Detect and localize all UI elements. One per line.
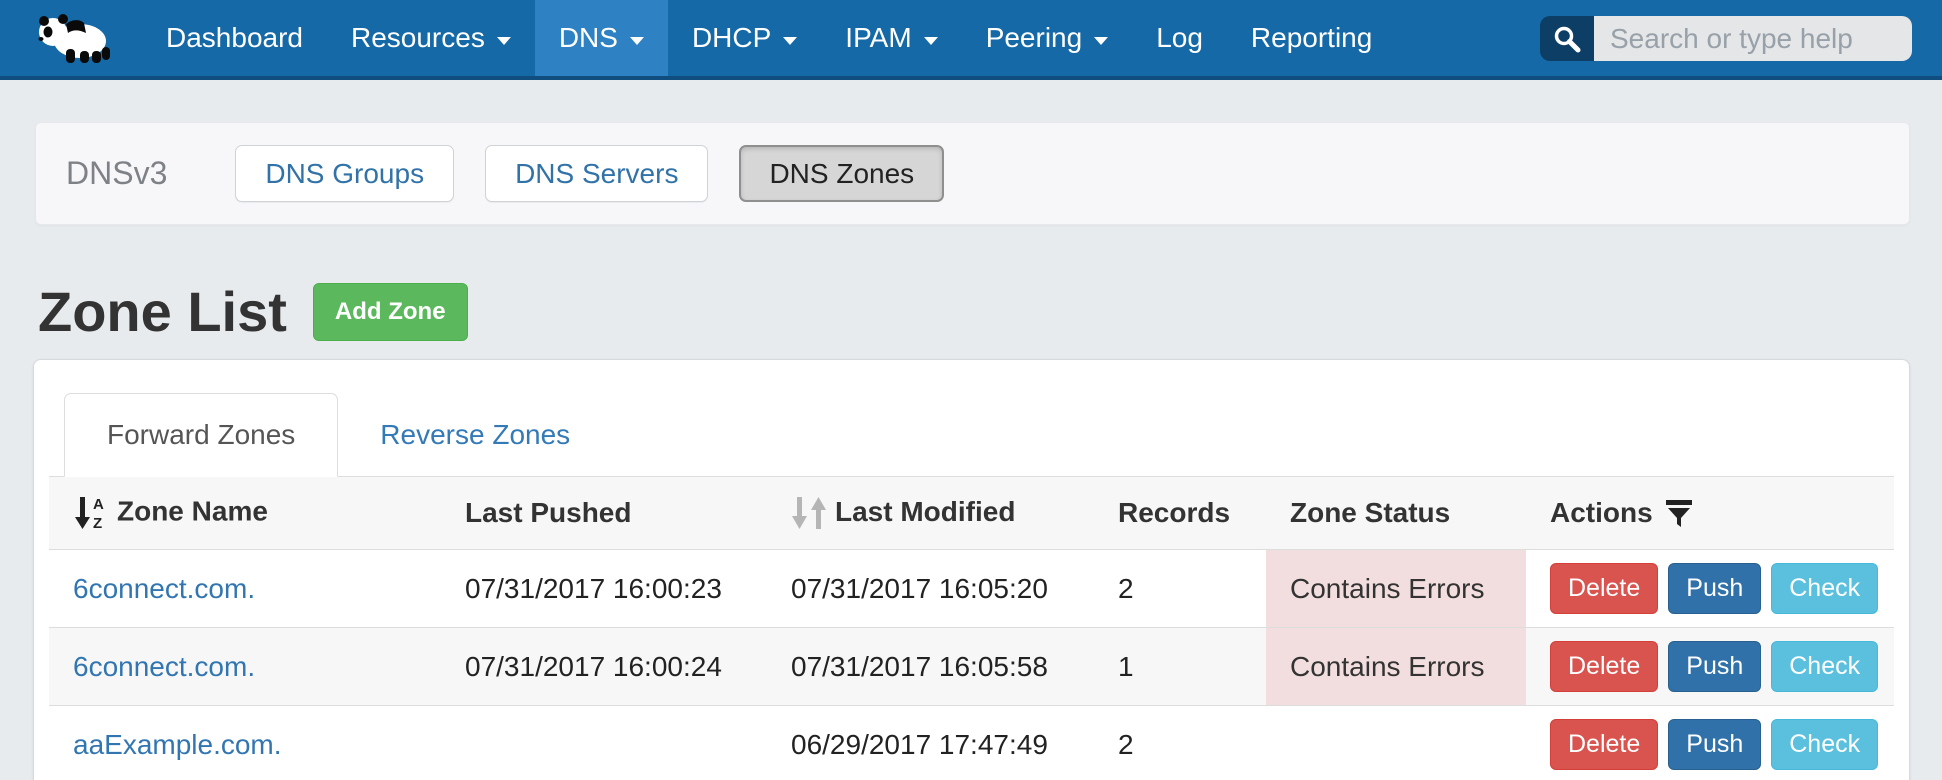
records-cell: 2 bbox=[1094, 550, 1266, 628]
top-navbar: Dashboard Resources DNS DHCP IPAM Peering Log R… bbox=[0, 0, 1942, 80]
nav-item-label: DNS bbox=[559, 22, 618, 54]
check-button[interactable]: Check bbox=[1771, 563, 1878, 615]
push-button[interactable]: Push bbox=[1668, 641, 1761, 693]
actions-cell: DeletePushCheck bbox=[1526, 706, 1894, 780]
dns-zones-button[interactable]: DNS Zones bbox=[739, 145, 944, 202]
svg-text:Z: Z bbox=[93, 515, 102, 531]
table-row: 6connect.com. 07/31/2017 16:00:2407/31/20… bbox=[49, 628, 1894, 706]
last-pushed-cell: 07/31/2017 16:00:23 bbox=[441, 550, 767, 628]
zone-status-cell: Contains Errors bbox=[1266, 628, 1526, 706]
nav-item-dashboard[interactable]: Dashboard bbox=[142, 0, 327, 76]
check-button[interactable]: Check bbox=[1771, 719, 1878, 771]
nav-menu: Dashboard Resources DNS DHCP IPAM Peering Log R… bbox=[142, 0, 1396, 76]
last-pushed-cell: 07/31/2017 16:00:24 bbox=[441, 628, 767, 706]
nav-item-ipam[interactable]: IPAM bbox=[821, 0, 961, 76]
nav-item-label: Resources bbox=[351, 22, 485, 54]
column-label: Actions bbox=[1550, 497, 1653, 528]
nav-item-label: IPAM bbox=[845, 22, 911, 54]
zone-table: A Z Zone Name Last Pushed Last Modified bbox=[49, 477, 1894, 780]
dns-groups-button[interactable]: DNS Groups bbox=[235, 145, 454, 202]
last-modified-cell: 06/29/2017 17:47:49 bbox=[767, 706, 1094, 780]
push-button[interactable]: Push bbox=[1668, 719, 1761, 771]
dns-servers-button[interactable]: DNS Servers bbox=[485, 145, 708, 202]
push-button[interactable]: Push bbox=[1668, 563, 1761, 615]
column-label: Last Modified bbox=[835, 496, 1015, 527]
nav-item-log[interactable]: Log bbox=[1132, 0, 1227, 76]
nav-item-label: Log bbox=[1156, 22, 1203, 54]
dnsv3-title: DNSv3 bbox=[66, 155, 167, 192]
brand-logo[interactable] bbox=[0, 0, 120, 76]
column-header-last-modified[interactable]: Last Modified bbox=[767, 477, 1094, 550]
actions-cell: DeletePushCheck bbox=[1526, 628, 1894, 706]
table-row: 6connect.com. 07/31/2017 16:00:2307/31/20… bbox=[49, 550, 1894, 628]
nav-item-resources[interactable]: Resources bbox=[327, 0, 535, 76]
zone-status-cell: Contains Errors bbox=[1266, 550, 1526, 628]
zone-name-cell: 6connect.com. bbox=[49, 628, 441, 706]
table-row: aaExample.com. 06/29/2017 17:47:492 Delete… bbox=[49, 706, 1894, 780]
delete-button[interactable]: Delete bbox=[1550, 641, 1658, 693]
zone-tabs: Forward ZonesReverse Zones bbox=[49, 393, 1894, 477]
dnsv3-buttons: DNS Groups DNS Servers DNS Zones bbox=[235, 145, 975, 202]
panda-logo-icon bbox=[36, 11, 114, 65]
chevron-down-icon bbox=[1094, 37, 1108, 45]
tab-reverse-zones[interactable]: Reverse Zones bbox=[338, 393, 612, 477]
last-modified-cell: 07/31/2017 16:05:58 bbox=[767, 628, 1094, 706]
svg-text:A: A bbox=[93, 496, 104, 513]
column-header-records[interactable]: Records bbox=[1094, 477, 1266, 550]
actions-cell: DeletePushCheck bbox=[1526, 550, 1894, 628]
page-title: Zone List bbox=[38, 279, 287, 344]
chevron-down-icon bbox=[924, 37, 938, 45]
chevron-down-icon bbox=[783, 37, 797, 45]
sort-updown-icon bbox=[791, 496, 829, 530]
nav-item-reporting[interactable]: Reporting bbox=[1227, 0, 1396, 76]
records-cell: 1 bbox=[1094, 628, 1266, 706]
search-input[interactable] bbox=[1594, 16, 1912, 61]
global-search bbox=[1540, 16, 1912, 61]
nav-item-dhcp[interactable]: DHCP bbox=[668, 0, 821, 76]
check-button[interactable]: Check bbox=[1771, 641, 1878, 693]
column-label: Records bbox=[1118, 497, 1230, 528]
nav-item-peering[interactable]: Peering bbox=[962, 0, 1133, 76]
zone-status-cell bbox=[1266, 706, 1526, 780]
column-label: Zone Status bbox=[1290, 497, 1450, 528]
filter-icon[interactable] bbox=[1665, 499, 1693, 529]
add-zone-button[interactable]: Add Zone bbox=[313, 283, 468, 341]
nav-item-dns[interactable]: DNS bbox=[535, 0, 668, 76]
sort-az-icon: A Z bbox=[73, 495, 107, 531]
column-header-zone-status[interactable]: Zone Status bbox=[1266, 477, 1526, 550]
column-header-last-pushed[interactable]: Last Pushed bbox=[441, 477, 767, 550]
column-label: Zone Name bbox=[117, 495, 268, 526]
search-icon bbox=[1552, 24, 1582, 54]
chevron-down-icon bbox=[497, 37, 511, 45]
column-label: Last Pushed bbox=[465, 497, 631, 528]
records-cell: 2 bbox=[1094, 706, 1266, 780]
zone-name-cell: aaExample.com. bbox=[49, 706, 441, 780]
zone-name-cell: 6connect.com. bbox=[49, 550, 441, 628]
zone-name-link[interactable]: aaExample.com. bbox=[73, 729, 282, 760]
column-header-actions[interactable]: Actions bbox=[1526, 477, 1894, 550]
delete-button[interactable]: Delete bbox=[1550, 563, 1658, 615]
nav-item-label: DHCP bbox=[692, 22, 771, 54]
nav-item-label: Reporting bbox=[1251, 22, 1372, 54]
last-modified-cell: 07/31/2017 16:05:20 bbox=[767, 550, 1094, 628]
delete-button[interactable]: Delete bbox=[1550, 719, 1658, 771]
nav-item-label: Peering bbox=[986, 22, 1083, 54]
zone-table-body: 6connect.com. 07/31/2017 16:00:2307/31/20… bbox=[49, 550, 1894, 780]
dnsv3-panel: DNSv3 DNS Groups DNS Servers DNS Zones bbox=[35, 122, 1910, 225]
search-button[interactable] bbox=[1540, 16, 1594, 61]
column-header-zone-name[interactable]: A Z Zone Name bbox=[49, 477, 441, 550]
zone-name-link[interactable]: 6connect.com. bbox=[73, 651, 255, 682]
chevron-down-icon bbox=[630, 37, 644, 45]
tab-forward-zones[interactable]: Forward Zones bbox=[64, 393, 338, 477]
zone-table-header: A Z Zone Name Last Pushed Last Modified bbox=[49, 477, 1894, 550]
last-pushed-cell bbox=[441, 706, 767, 780]
zone-name-link[interactable]: 6connect.com. bbox=[73, 573, 255, 604]
zone-list-panel: Forward ZonesReverse Zones A Z Zone Name… bbox=[33, 359, 1910, 780]
page-head: Zone List Add Zone bbox=[38, 279, 1942, 344]
nav-item-label: Dashboard bbox=[166, 22, 303, 54]
